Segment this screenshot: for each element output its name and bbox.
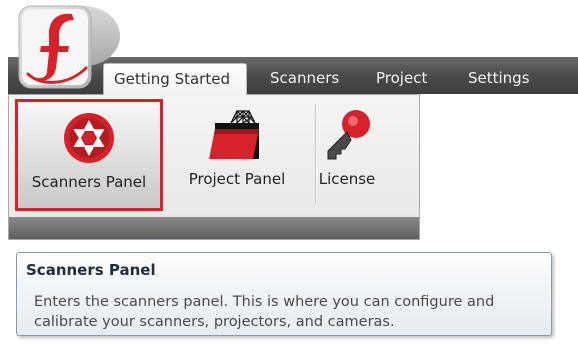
- project-panel-label: Project Panel: [188, 170, 286, 188]
- tab-settings[interactable]: Settings: [468, 63, 530, 94]
- tab-project[interactable]: Project: [376, 63, 427, 94]
- tab-scanners[interactable]: Scanners: [270, 63, 339, 94]
- app-logo-icon: [18, 5, 120, 89]
- key-icon: [320, 109, 374, 161]
- license-label: License: [318, 170, 376, 188]
- tooltip: Scanners Panel Enters the scanners panel…: [16, 252, 552, 336]
- scanners-panel-label: Scanners Panel: [31, 173, 147, 191]
- tooltip-description: Enters the scanners panel. This is where…: [34, 294, 495, 330]
- license-button[interactable]: License: [317, 99, 377, 211]
- app-menu-button[interactable]: [16, 2, 126, 97]
- project-panel-button[interactable]: Project Panel: [177, 99, 297, 211]
- camera-aperture-icon: [62, 112, 116, 164]
- tooltip-title: Scanners Panel: [26, 261, 156, 279]
- scanners-panel-button[interactable]: Scanners Panel: [15, 99, 163, 211]
- project-folder-icon: [207, 109, 267, 161]
- ribbon-panel: Scanners Panel Project Panel License: [8, 94, 420, 240]
- ribbon-group-footer: [9, 217, 419, 239]
